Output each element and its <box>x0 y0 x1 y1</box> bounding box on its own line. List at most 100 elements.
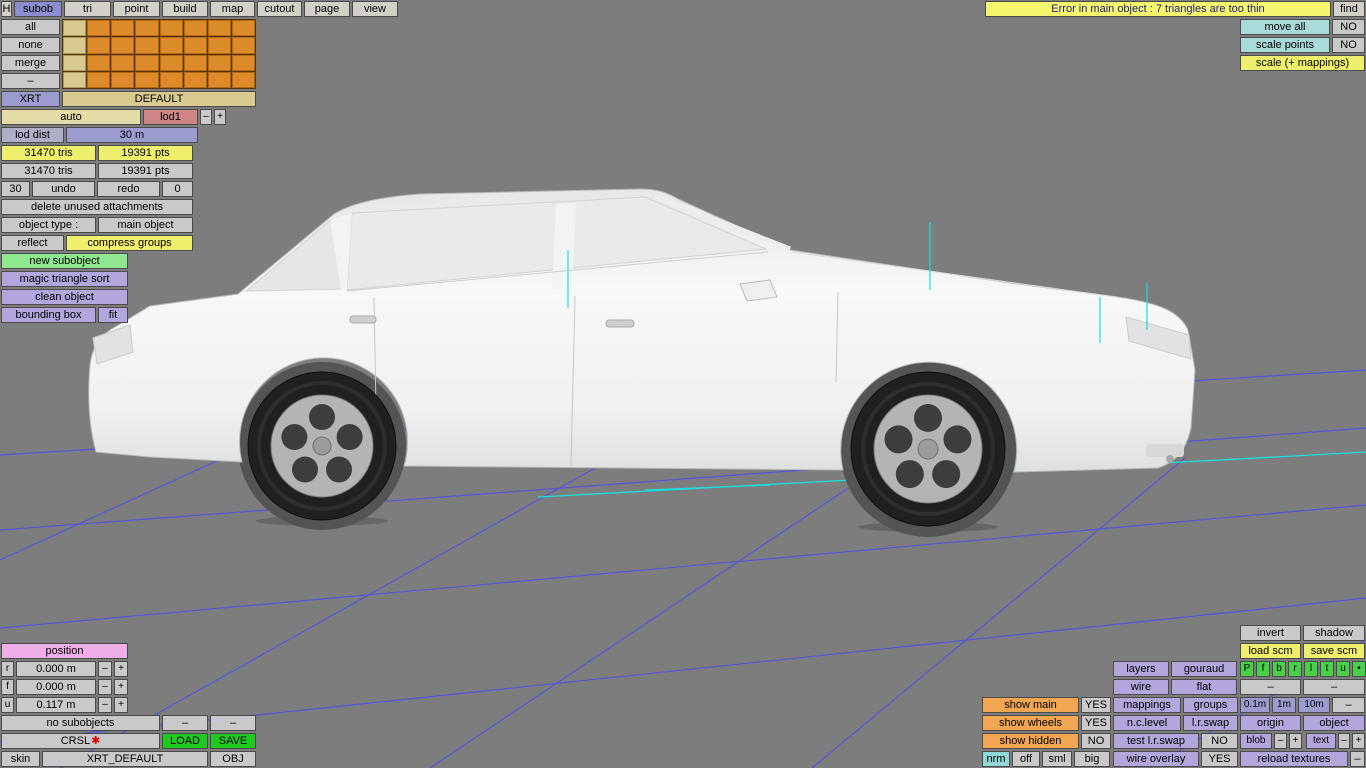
palette-cell[interactable] <box>135 54 159 71</box>
gouraud-button[interactable]: gouraud <box>1171 661 1237 677</box>
test-lr-swap-button[interactable]: test l.r.swap <box>1113 733 1199 749</box>
text-minus-button[interactable]: – <box>1338 733 1350 749</box>
palette-cell[interactable] <box>183 37 207 54</box>
view-front-button[interactable]: f <box>1256 661 1270 677</box>
position-r-value[interactable]: 0.000 m <box>16 661 96 677</box>
palette-cell[interactable] <box>87 54 111 71</box>
shadow-button[interactable]: shadow <box>1303 625 1365 641</box>
auto-lod-button[interactable]: auto <box>1 109 141 125</box>
compress-groups-button[interactable]: compress groups <box>66 235 193 251</box>
palette-cell[interactable] <box>183 20 207 37</box>
palette-cell[interactable] <box>87 20 111 37</box>
palette-cell[interactable] <box>159 71 183 88</box>
palette-cell[interactable] <box>87 37 111 54</box>
palette-cell[interactable] <box>159 37 183 54</box>
scale-points-button[interactable]: scale points <box>1240 37 1330 53</box>
obj-button[interactable]: OBJ <box>210 751 256 767</box>
palette-cell[interactable] <box>231 71 255 88</box>
wire-button[interactable]: wire <box>1113 679 1169 695</box>
lod-minus-button[interactable]: – <box>200 109 212 125</box>
magic-triangle-sort-button[interactable]: magic triangle sort <box>1 271 128 287</box>
position-r-plus[interactable]: + <box>114 661 128 677</box>
grid-01m-button[interactable]: 0.1m <box>1240 697 1270 713</box>
palette-cell[interactable] <box>111 20 135 37</box>
view-dot-button[interactable]: • <box>1352 661 1366 677</box>
show-main-toggle[interactable]: YES <box>1081 697 1111 713</box>
find-button[interactable]: find <box>1333 1 1365 17</box>
dash-button[interactable]: – <box>1 73 60 89</box>
menu-item-subob[interactable]: subob <box>14 1 62 17</box>
palette-cell[interactable] <box>159 20 183 37</box>
undo-button[interactable]: undo <box>32 181 95 197</box>
palette-cell[interactable] <box>63 37 87 54</box>
select-none-button[interactable]: none <box>1 37 60 53</box>
palette-cell[interactable] <box>63 20 87 37</box>
current-file-name[interactable]: CRSL ✱ <box>1 733 160 749</box>
skin-button[interactable]: skin <box>1 751 40 767</box>
new-subobject-button[interactable]: new subobject <box>1 253 128 269</box>
palette-cell[interactable] <box>63 54 87 71</box>
menu-item-view[interactable]: view <box>352 1 398 17</box>
palette-cell[interactable] <box>183 54 207 71</box>
view-dash-2[interactable]: – <box>1303 679 1365 695</box>
blob-minus-button[interactable]: – <box>1274 733 1287 749</box>
groups-button[interactable]: groups <box>1183 697 1238 713</box>
palette-cell[interactable] <box>111 71 135 88</box>
text-button[interactable]: text <box>1306 733 1336 749</box>
xrt-button[interactable]: XRT <box>1 91 60 107</box>
view-under-button[interactable]: u <box>1336 661 1350 677</box>
menu-item-build[interactable]: build <box>162 1 208 17</box>
show-hidden-toggle[interactable]: NO <box>1081 733 1111 749</box>
scale-mappings-button[interactable]: scale (+ mappings) <box>1240 55 1365 71</box>
object-type-value[interactable]: main object <box>98 217 193 233</box>
test-lr-swap-toggle[interactable]: NO <box>1201 733 1238 749</box>
position-u-value[interactable]: 0.117 m <box>16 697 96 713</box>
default-material-button[interactable]: DEFAULT <box>62 91 256 107</box>
move-all-button[interactable]: move all <box>1240 19 1330 35</box>
lod-dist-value[interactable]: 30 m <box>66 127 198 143</box>
show-wheels-toggle[interactable]: YES <box>1081 715 1111 731</box>
show-hidden-button[interactable]: show hidden <box>982 733 1079 749</box>
view-perspective-button[interactable]: P <box>1240 661 1254 677</box>
palette-cell[interactable] <box>87 71 111 88</box>
menu-item-tri[interactable]: tri <box>64 1 111 17</box>
palette-cell[interactable] <box>207 37 231 54</box>
clean-object-button[interactable]: clean object <box>1 289 128 305</box>
load-scm-button[interactable]: load scm <box>1240 643 1301 659</box>
palette-cell[interactable] <box>111 54 135 71</box>
nrm-sml-button[interactable]: sml <box>1042 751 1072 767</box>
flat-button[interactable]: flat <box>1171 679 1237 695</box>
palette-cell[interactable] <box>183 71 207 88</box>
mappings-button[interactable]: mappings <box>1113 697 1181 713</box>
subobject-dash-2[interactable]: – <box>210 715 256 731</box>
palette-cell[interactable] <box>207 20 231 37</box>
position-f-value[interactable]: 0.000 m <box>16 679 96 695</box>
wire-overlay-toggle[interactable]: YES <box>1201 751 1238 767</box>
invert-button[interactable]: invert <box>1240 625 1301 641</box>
palette-cell[interactable] <box>159 54 183 71</box>
view-back-button[interactable]: b <box>1272 661 1286 677</box>
skin-name-value[interactable]: XRT_DEFAULT <box>42 751 208 767</box>
reflect-button[interactable]: reflect <box>1 235 64 251</box>
wire-overlay-button[interactable]: wire overlay <box>1113 751 1199 767</box>
object-button[interactable]: object <box>1303 715 1365 731</box>
menu-item-cutout[interactable]: cutout <box>257 1 302 17</box>
palette-cell[interactable] <box>63 71 87 88</box>
move-all-toggle[interactable]: NO <box>1332 19 1365 35</box>
palette-cell[interactable] <box>135 37 159 54</box>
reload-textures-button[interactable]: reload textures <box>1240 751 1348 767</box>
lod-plus-button[interactable]: + <box>214 109 226 125</box>
palette-cell[interactable] <box>135 20 159 37</box>
bounding-box-button[interactable]: bounding box <box>1 307 96 323</box>
text-plus-button[interactable]: + <box>1352 733 1365 749</box>
blob-plus-button[interactable]: + <box>1289 733 1302 749</box>
select-all-button[interactable]: all <box>1 19 60 35</box>
load-button[interactable]: LOAD <box>162 733 208 749</box>
view-top-button[interactable]: t <box>1320 661 1334 677</box>
nrm-button[interactable]: nrm <box>982 751 1010 767</box>
nrm-big-button[interactable]: big <box>1074 751 1110 767</box>
show-main-button[interactable]: show main <box>982 697 1079 713</box>
palette-cell[interactable] <box>231 37 255 54</box>
blob-button[interactable]: blob <box>1240 733 1272 749</box>
menu-item-point[interactable]: point <box>113 1 160 17</box>
